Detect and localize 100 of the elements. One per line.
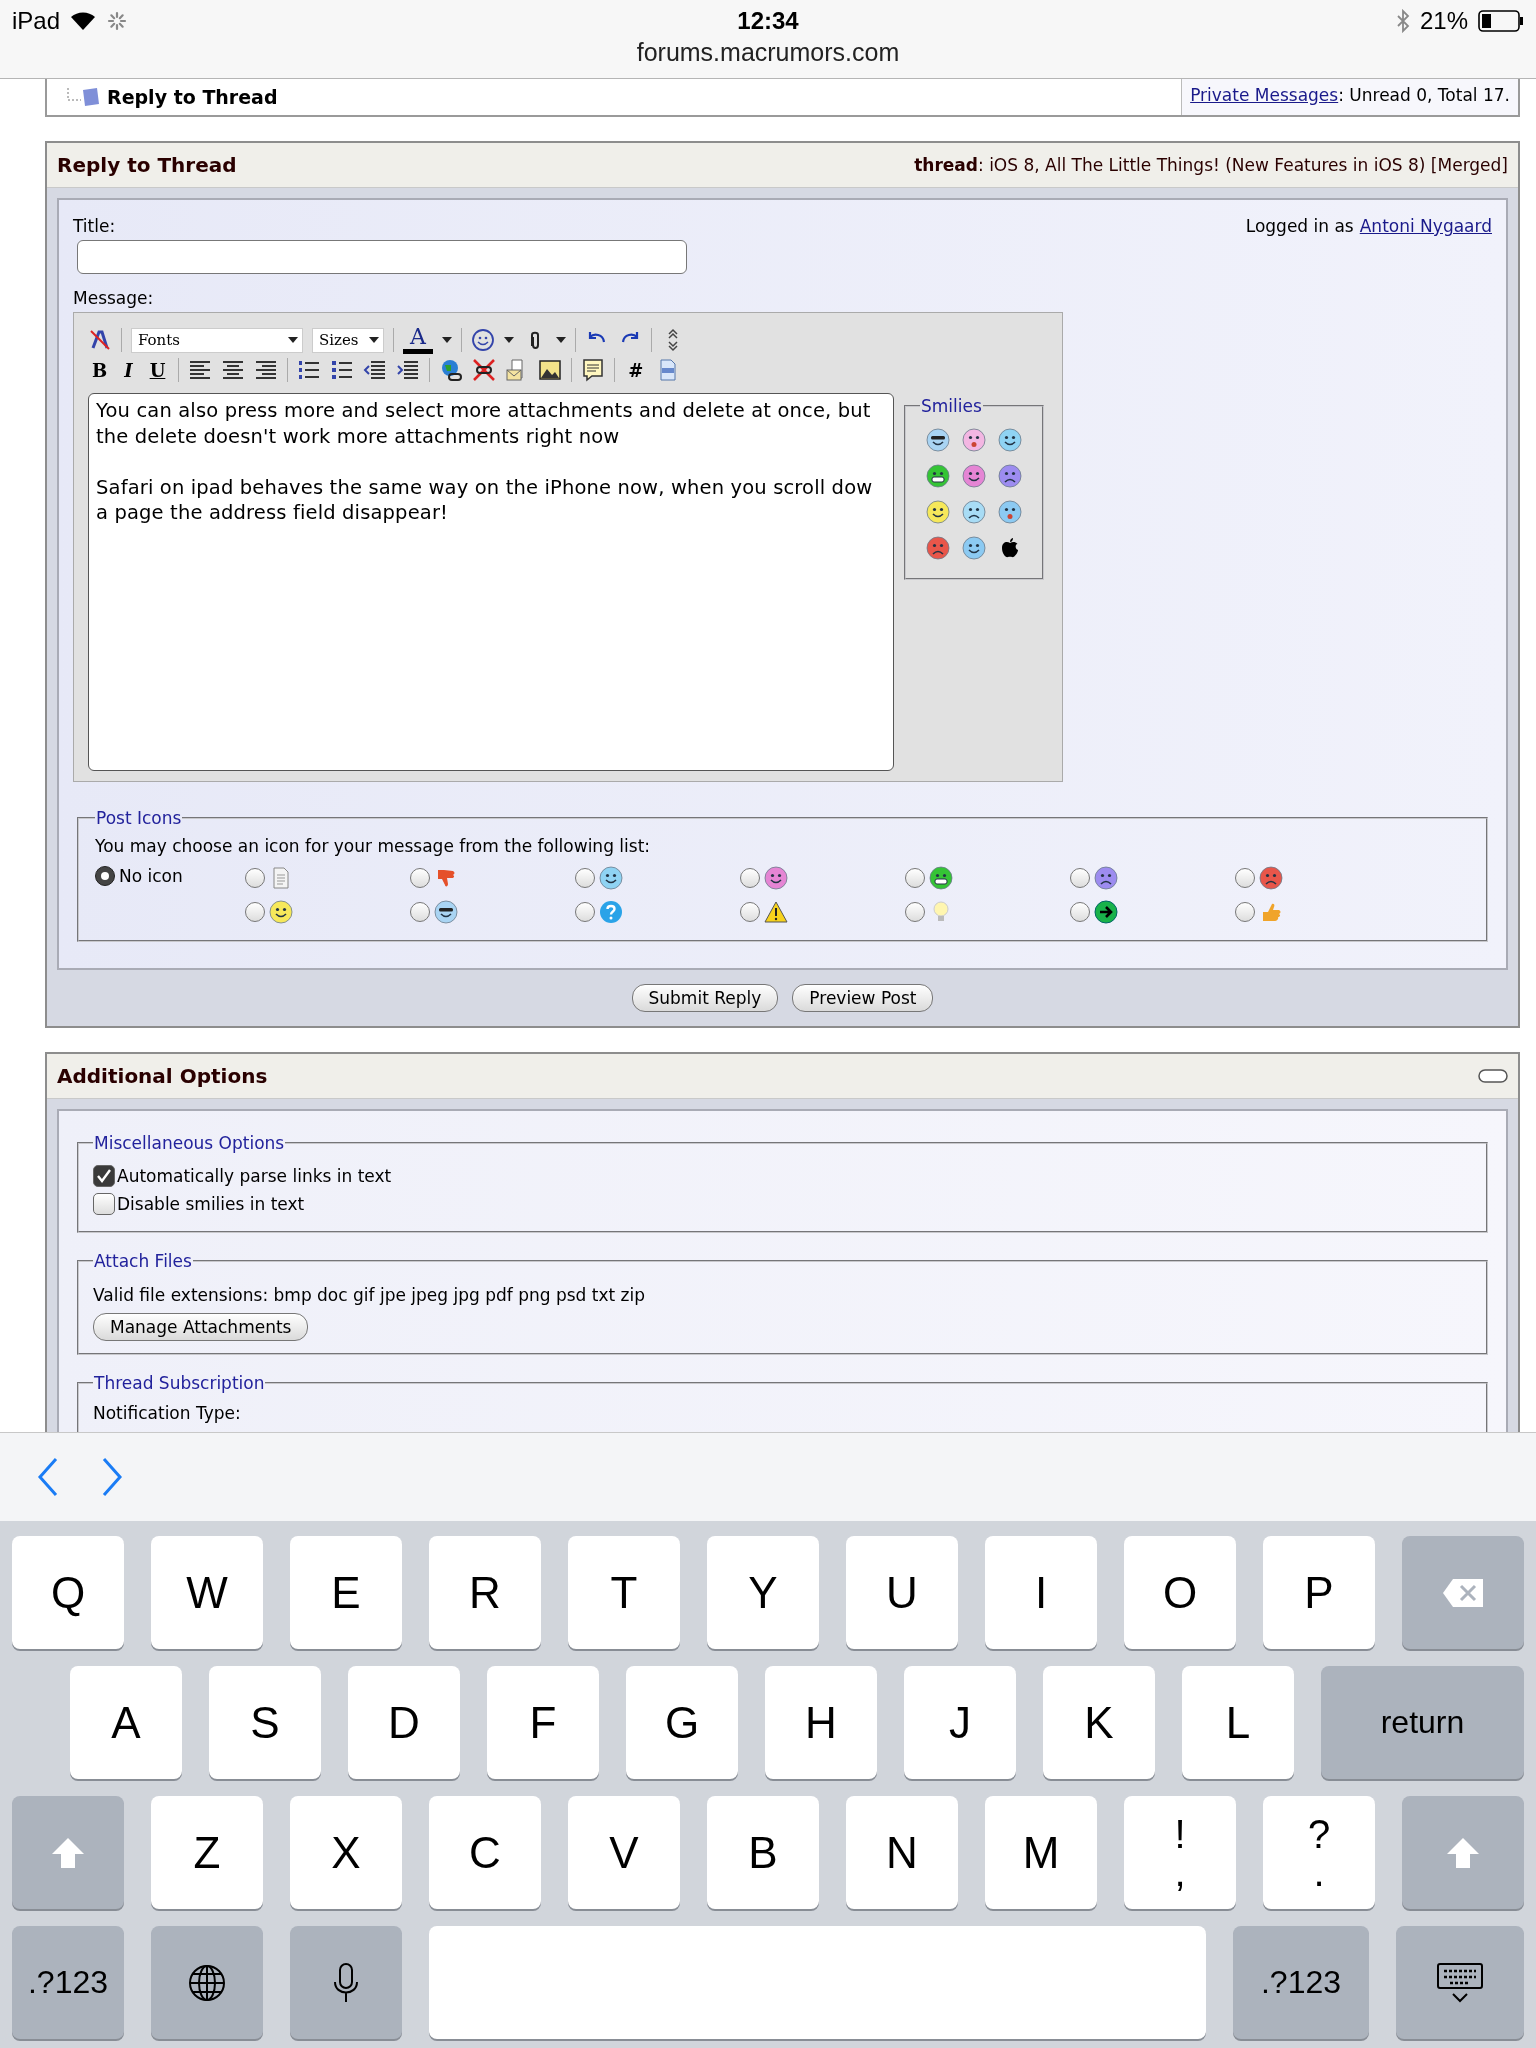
unlink-icon[interactable] xyxy=(472,358,497,382)
key[interactable]: ! , xyxy=(1124,1796,1236,1909)
key[interactable]: P xyxy=(1263,1536,1375,1649)
outdent-icon[interactable] xyxy=(363,358,388,382)
numbers-key[interactable]: .?123 xyxy=(1233,1926,1369,2039)
collapse-icon[interactable] xyxy=(1478,1068,1508,1084)
sunglasses-smiley-icon[interactable] xyxy=(434,900,458,924)
key[interactable]: D xyxy=(348,1666,460,1779)
smiley-icon[interactable] xyxy=(926,500,950,524)
radio-button[interactable] xyxy=(905,868,925,888)
font-select[interactable]: Fonts xyxy=(131,327,303,353)
key[interactable]: U xyxy=(846,1536,958,1649)
user-link[interactable]: Antoni Nygaard xyxy=(1359,216,1492,236)
form-button[interactable]: Submit Reply xyxy=(631,984,779,1012)
radio-button[interactable] xyxy=(740,902,760,922)
key[interactable]: ? . xyxy=(1263,1796,1375,1909)
key[interactable]: G xyxy=(626,1666,738,1779)
address-bar[interactable]: forums.macrumors.com xyxy=(636,38,900,67)
key[interactable]: C xyxy=(429,1796,541,1909)
key[interactable]: K xyxy=(1043,1666,1155,1779)
key[interactable]: A xyxy=(70,1666,182,1779)
key[interactable]: O xyxy=(1124,1536,1236,1649)
align-right-icon[interactable] xyxy=(254,358,279,382)
size-select[interactable]: Sizes xyxy=(312,327,384,353)
grin-smiley-icon[interactable] xyxy=(926,464,950,488)
group-legend: Smilies xyxy=(920,396,983,416)
grin-smiley-icon[interactable] xyxy=(929,866,953,890)
smiley-icon[interactable] xyxy=(599,866,623,890)
image-icon[interactable] xyxy=(538,358,563,382)
manage-attachments-button[interactable]: Manage Attachments xyxy=(93,1313,309,1341)
key[interactable]: V xyxy=(568,1796,680,1909)
format-button[interactable]: U xyxy=(145,359,170,381)
radio-button[interactable] xyxy=(410,902,430,922)
bullet-list-icon[interactable] xyxy=(330,358,355,382)
smiley-icon[interactable] xyxy=(269,900,293,924)
private-messages-link[interactable]: Private Messages xyxy=(1190,85,1339,105)
smiley-icon[interactable] xyxy=(962,428,986,452)
quote-icon[interactable] xyxy=(581,358,606,382)
radio-button[interactable] xyxy=(575,902,595,922)
sad-smiley-icon[interactable] xyxy=(1094,866,1118,890)
smiley-icon[interactable] xyxy=(962,536,986,560)
confused-smiley-icon[interactable] xyxy=(962,500,986,524)
key[interactable]: R xyxy=(429,1536,541,1649)
smiley-icon[interactable] xyxy=(962,464,986,488)
hide-keyboard-key[interactable] xyxy=(1396,1926,1524,2039)
radio-button[interactable] xyxy=(95,866,115,886)
radio-button[interactable] xyxy=(1235,868,1255,888)
radio-button[interactable] xyxy=(245,868,265,888)
radio-button[interactable] xyxy=(905,902,925,922)
key[interactable]: B xyxy=(707,1796,819,1909)
align-left-icon[interactable] xyxy=(188,358,213,382)
key[interactable]: N xyxy=(846,1796,958,1909)
format-button[interactable]: B xyxy=(88,359,112,381)
radio-button[interactable] xyxy=(245,902,265,922)
key[interactable]: I xyxy=(985,1536,1097,1649)
radio-button[interactable] xyxy=(1070,902,1090,922)
key[interactable]: Q xyxy=(12,1536,124,1649)
numbers-key[interactable]: .?123 xyxy=(12,1926,124,2039)
key[interactable]: W xyxy=(151,1536,263,1649)
key[interactable]: M xyxy=(985,1796,1097,1909)
key[interactable]: L xyxy=(1182,1666,1294,1779)
globe-link-icon[interactable] xyxy=(439,358,464,382)
title-field[interactable] xyxy=(77,240,687,274)
key[interactable]: J xyxy=(904,1666,1016,1779)
radio-button[interactable] xyxy=(410,868,430,888)
text-color-button[interactable]: A xyxy=(403,326,433,354)
next-icon[interactable] xyxy=(100,1457,124,1497)
key[interactable]: T xyxy=(568,1536,680,1649)
key[interactable]: X xyxy=(290,1796,402,1909)
message-field[interactable]: You can also press more and select more attachments and delete at once, but the delete doesn't work more attachments right now Safari on ipad behaves the same way on the iPhone now, when you scroll dow a page the address field disappear! xyxy=(88,393,894,771)
key[interactable]: F xyxy=(487,1666,599,1779)
radio-button[interactable] xyxy=(740,868,760,888)
key[interactable]: S xyxy=(209,1666,321,1779)
radio-button[interactable] xyxy=(1235,902,1255,922)
key[interactable]: Z xyxy=(151,1796,263,1909)
sad-smiley-icon[interactable] xyxy=(998,464,1022,488)
globe-key[interactable] xyxy=(151,1926,263,2039)
radio-button[interactable] xyxy=(1070,868,1090,888)
angry-smiley-icon[interactable] xyxy=(926,536,950,560)
previous-icon[interactable] xyxy=(36,1457,60,1497)
form-button[interactable]: Preview Post xyxy=(792,984,934,1012)
radio-button[interactable] xyxy=(575,868,595,888)
shocked-smiley-icon[interactable] xyxy=(998,500,1022,524)
angry-smiley-icon[interactable] xyxy=(1259,866,1283,890)
key[interactable]: E xyxy=(290,1536,402,1649)
smiley-icon[interactable] xyxy=(764,866,788,890)
return-key[interactable]: return xyxy=(1321,1666,1524,1779)
key[interactable]: H xyxy=(765,1666,877,1779)
align-center-icon[interactable] xyxy=(221,358,246,382)
smiley-icon[interactable] xyxy=(471,328,495,352)
remove-format-icon[interactable] xyxy=(88,328,112,352)
checkbox[interactable] xyxy=(93,1165,115,1187)
smiley-icon[interactable] xyxy=(998,428,1022,452)
sunglasses-smiley-icon[interactable] xyxy=(926,428,950,452)
format-button[interactable]: I xyxy=(120,359,137,381)
key[interactable]: Y xyxy=(707,1536,819,1649)
hash-button[interactable]: # xyxy=(624,359,648,381)
checkbox[interactable] xyxy=(93,1193,115,1215)
indent-icon[interactable] xyxy=(396,358,421,382)
numbered-list-icon[interactable] xyxy=(297,358,322,382)
